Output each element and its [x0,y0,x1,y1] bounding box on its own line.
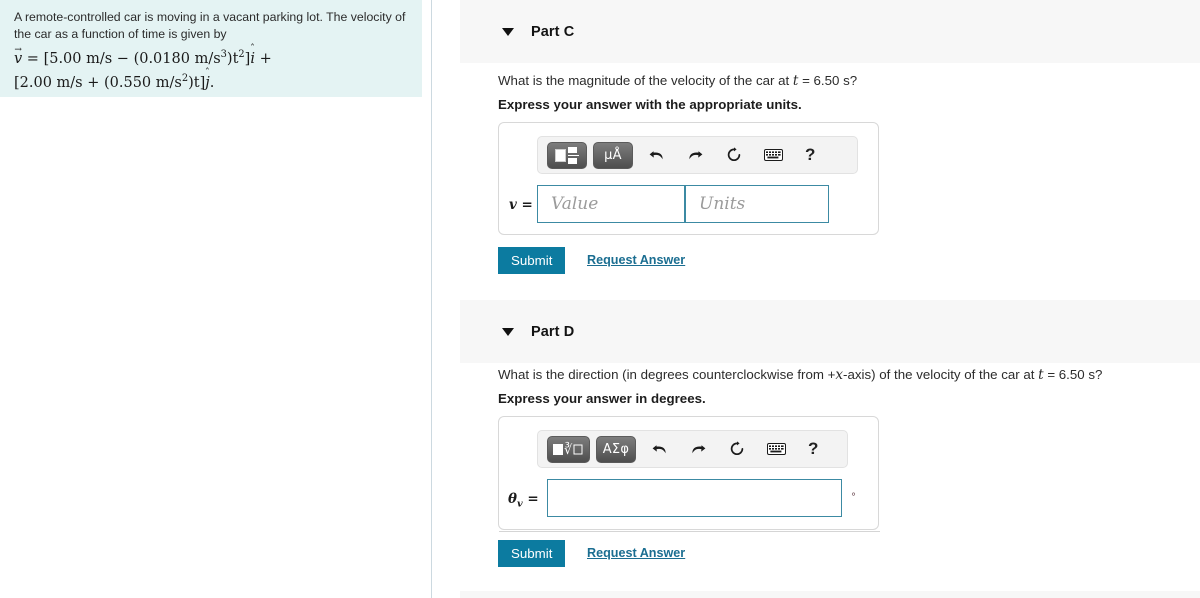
page-root: A remote-controlled car is moving in a v… [0,0,1200,598]
equation-part-2: )t [226,50,239,67]
part-d-question-post: = 6.50 s? [1043,367,1103,382]
angle-input[interactable] [547,479,842,517]
velocity-vector-symbol: v [14,49,22,69]
part-d-question: What is the direction (in degrees counte… [498,366,1102,384]
part-d-toolbar: ∛ ΑΣφ ? [537,430,848,468]
part-d-submit-button[interactable]: Submit [498,540,566,567]
radical-icon: ∛ [553,441,584,458]
template-icon [555,146,579,164]
part-c-answer-box: μÅ ? v = Value Units [498,122,879,235]
equation-part-4: [2.00 m/s + (0.550 m/s [14,74,182,91]
part-c-question-pre: What is the magnitude of the velocity of… [498,73,793,88]
bottom-section-band [460,591,1200,598]
keyboard-icon[interactable] [764,149,783,161]
part-d-question-mid: -axis) of the velocity of the car at [843,367,1039,382]
reset-icon[interactable] [726,147,742,163]
redo-icon[interactable] [687,148,704,163]
j-hat-symbol: j [205,73,210,93]
part-c-request-answer-link[interactable]: Request Answer [587,253,685,267]
part-c-answer-label: v = [509,197,533,213]
part-d-answer-label: θv = [508,491,539,510]
part-d-question-var: x [835,367,844,383]
section-divider [499,531,880,532]
value-placeholder: Value [551,194,599,214]
reset-icon-d[interactable] [729,441,745,457]
part-d-answer-box: ∛ ΑΣφ ? θv = ° [498,416,879,530]
undo-icon[interactable] [648,148,665,163]
part-d-header[interactable]: Part D [460,300,1200,363]
part-d-question-pre: What is the direction (in degrees counte… [498,367,836,382]
equals-sign: = [522,491,539,507]
part-c-header[interactable]: Part C [460,0,1200,63]
part-c-title: Part C [531,23,575,40]
value-input[interactable]: Value [537,185,685,223]
keyboard-icon-d[interactable] [767,443,786,455]
redo-icon-d[interactable] [690,442,707,457]
radical-template-button[interactable]: ∛ [547,435,590,463]
undo-icon-d[interactable] [651,442,668,457]
theta-symbol: θ [508,491,518,507]
help-icon-d[interactable]: ? [808,439,818,459]
equation-part-5: )t] [188,74,206,91]
part-d-request-answer-link[interactable]: Request Answer [587,546,685,560]
svg-text:∛: ∛ [564,442,573,458]
part-d-instruction: Express your answer in degrees. [498,391,706,406]
part-c-toolbar: μÅ ? [537,136,858,174]
part-c-question: What is the magnitude of the velocity of… [498,72,857,90]
math-template-button[interactable] [547,141,587,169]
chevron-down-icon[interactable] [502,27,514,36]
parts-column: Part C What is the magnitude of the velo… [432,0,1200,598]
greek-symbols-button[interactable]: ΑΣφ [596,435,636,463]
problem-paragraph: A remote-controlled car is moving in a v… [14,10,406,41]
equation-plus: + [254,50,272,67]
problem-equation: v = [5.00 m/s − (0.0180 m/s3)t2]i + [2.0… [14,45,408,93]
equation-period: . [209,74,215,91]
units-button[interactable]: μÅ [593,141,633,169]
part-c-submit-button[interactable]: Submit [498,247,566,274]
chevron-down-icon-d[interactable] [502,327,514,336]
problem-statement-panel: A remote-controlled car is moving in a v… [0,0,422,97]
help-icon[interactable]: ? [805,145,815,165]
equation-line-2: [2.00 m/s + (0.550 m/s2)t]j. [14,69,408,93]
part-c-instruction: Express your answer with the appropriate… [498,97,802,112]
degree-symbol: ° [851,492,856,503]
i-hat-symbol: i [250,49,255,69]
part-c-question-post: = 6.50 s? [798,73,858,88]
units-placeholder: Units [699,194,746,214]
part-d-title: Part D [531,323,575,340]
equation-part-1: = [5.00 m/s − (0.0180 m/s [22,50,221,67]
units-input[interactable]: Units [685,185,829,223]
